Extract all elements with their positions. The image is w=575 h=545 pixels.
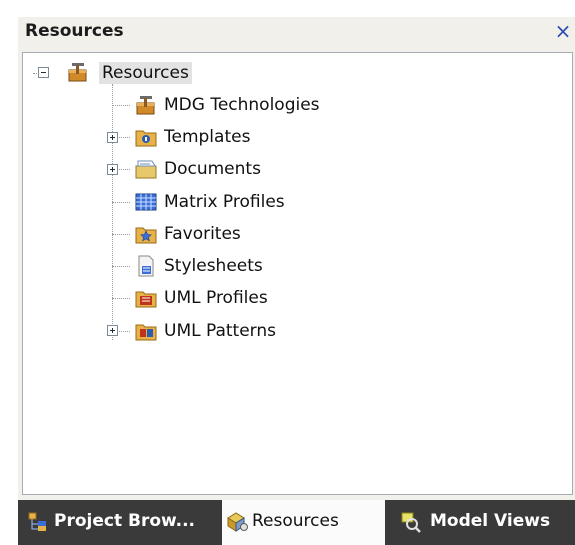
tree-node-label: Templates	[164, 127, 251, 147]
favorites-folder-icon	[135, 223, 157, 244]
stylesheets-icon	[135, 255, 155, 277]
documents-folder-icon	[135, 158, 157, 179]
tree-guide	[112, 298, 130, 299]
tab-model-views[interactable]: Model Views	[394, 500, 575, 545]
tab-label: Resources	[252, 511, 339, 531]
collapse-icon[interactable]	[38, 67, 49, 78]
tree-guide	[112, 84, 113, 340]
tree-guide	[112, 202, 130, 203]
panel-title: Resources	[25, 21, 124, 41]
expand-icon[interactable]	[107, 164, 118, 175]
tab-project-browser[interactable]: Project Brow...	[18, 500, 207, 545]
panel-tab-strip: Project Brow... Resources Model Views	[18, 500, 575, 545]
tree-node-label: UML Patterns	[164, 321, 277, 341]
uml-patterns-icon	[135, 320, 157, 341]
resources-toolbox-icon	[67, 61, 87, 82]
tree-node-label: Resources	[99, 62, 192, 84]
tree-guide	[112, 234, 130, 235]
tree-node-label: Matrix Profiles	[164, 192, 285, 212]
tab-label: Model Views	[430, 511, 551, 531]
model-views-icon	[400, 511, 422, 533]
expand-icon[interactable]	[107, 325, 118, 336]
resources-panel: Resources × Resources MDG Technologies T…	[18, 17, 575, 545]
tab-label: Project Brow...	[54, 511, 196, 531]
tab-resources[interactable]: Resources	[222, 500, 385, 545]
tree-node-label: Favorites	[164, 224, 241, 244]
uml-profiles-icon	[135, 287, 157, 308]
templates-folder-icon	[135, 126, 157, 147]
project-browser-icon	[27, 511, 49, 533]
expand-icon[interactable]	[107, 132, 118, 143]
matrix-profiles-icon	[135, 191, 157, 211]
tree-node-label: MDG Technologies	[164, 95, 320, 115]
tree-node-label: UML Profiles	[164, 288, 268, 308]
resources-tab-icon	[225, 511, 248, 533]
close-icon[interactable]: ×	[554, 19, 572, 43]
tree-node-label: Documents	[164, 159, 261, 179]
mdg-technologies-icon	[135, 94, 155, 115]
panel-titlebar: Resources ×	[18, 17, 575, 48]
tree-guide	[112, 105, 130, 106]
tree-node-label: Stylesheets	[164, 256, 263, 276]
tree-guide	[112, 266, 130, 267]
resources-tree[interactable]: Resources MDG Technologies Templates Doc…	[22, 52, 573, 495]
